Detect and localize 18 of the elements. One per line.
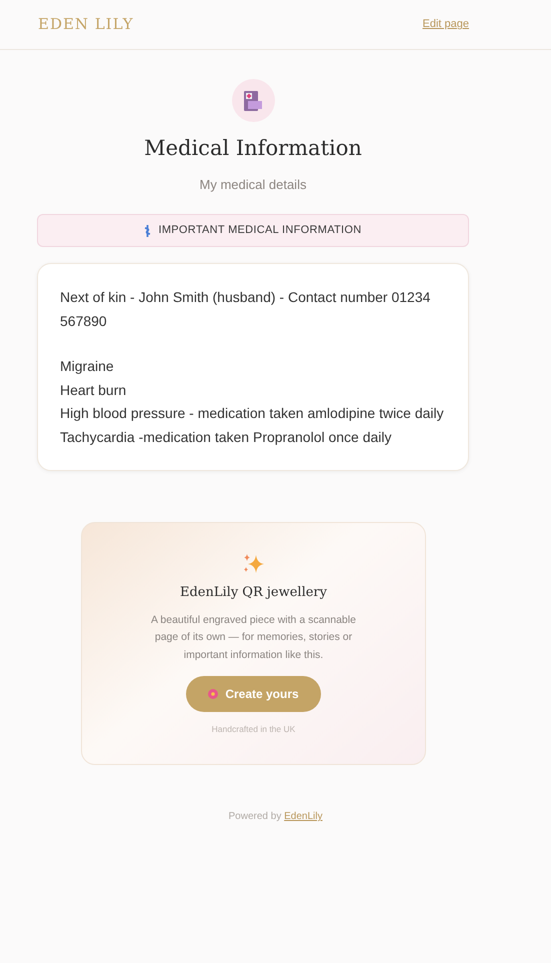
page-title: Medical Information	[144, 135, 362, 162]
detail-line: Next of kin - John Smith (husband) - Contact number 01234 567890	[60, 288, 432, 330]
logo: EDEN LILY	[38, 14, 134, 36]
detail-line: Tachycardia -medication taken Propranolol once daily	[60, 428, 393, 447]
banner-label: IMPORTANT MEDICAL INFORMATION	[158, 223, 362, 238]
promo-note: Handcrafted in the UK	[212, 723, 296, 736]
detail-line: Heart burn	[60, 380, 128, 400]
promo-description: A beautiful engraved piece with a scannable page of its own — for memories, stories or important information like this.	[150, 612, 357, 662]
promo-title: EdenLily QR jewellery	[180, 584, 327, 602]
page-subtitle: My medical details	[200, 176, 306, 194]
create-yours-button[interactable]: Create yours	[186, 676, 321, 712]
flower-icon	[208, 689, 218, 699]
edit-page-link[interactable]: Edit page	[422, 16, 469, 33]
footer-text: Powered by EdenLily	[228, 810, 324, 824]
edenlily-link[interactable]: EdenLily	[284, 811, 322, 822]
detail-line: Migraine	[60, 357, 115, 376]
medical-icon	[232, 79, 274, 122]
detail-line: High blood pressure - medication taken amlodipine twice daily	[60, 404, 445, 423]
